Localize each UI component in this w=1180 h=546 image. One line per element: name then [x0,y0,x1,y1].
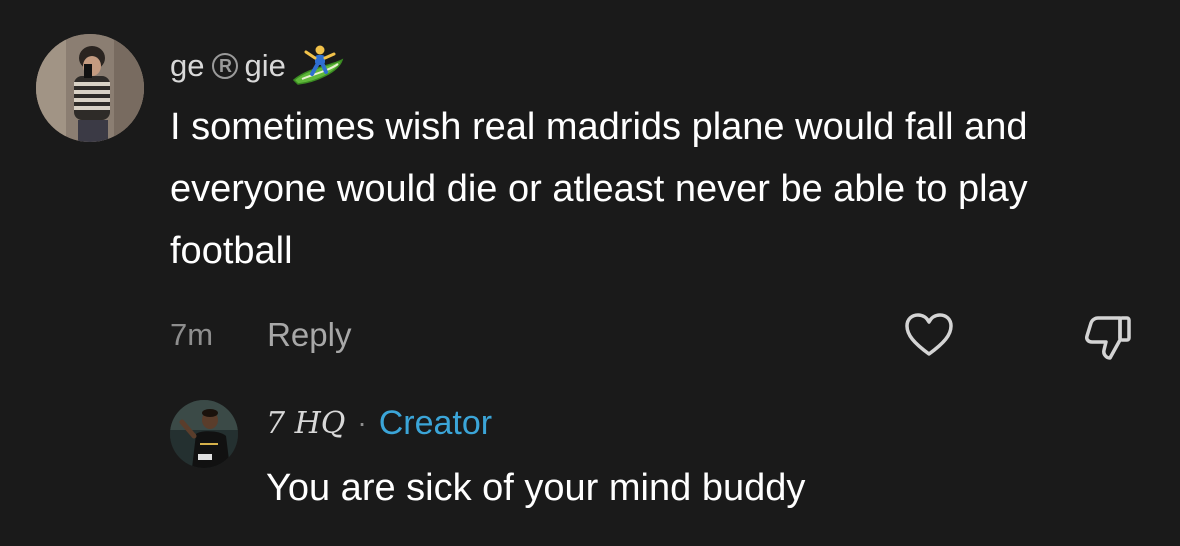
creator-avatar[interactable] [170,400,238,468]
registered-mark-icon: R [212,53,239,79]
separator-dot: · [357,407,367,438]
heart-outline-icon[interactable] [904,312,954,358]
reply-button[interactable]: Reply [267,316,351,354]
comment-meta: 7m Reply [170,312,351,358]
creator-username[interactable]: 7 HQ [266,406,345,441]
creator-badge: Creator [378,403,493,442]
thumbs-down-outline-icon[interactable] [1082,312,1134,362]
commenter-username[interactable]: ge R gie [170,44,344,88]
comment-body: I sometimes wish real madrids plane woul… [170,106,1028,272]
avatar-photo [36,34,144,142]
username-part-1: ge [170,48,205,83]
comment-timestamp: 7m [170,317,214,352]
username-part-2: gie [244,48,286,83]
reply-header: 7 HQ · Creator [266,402,492,444]
avatar-photo [170,400,238,468]
reply-body: You are sick of your mind buddy [266,467,806,509]
surfer-icon [292,45,344,85]
commenter-avatar[interactable] [36,34,144,142]
